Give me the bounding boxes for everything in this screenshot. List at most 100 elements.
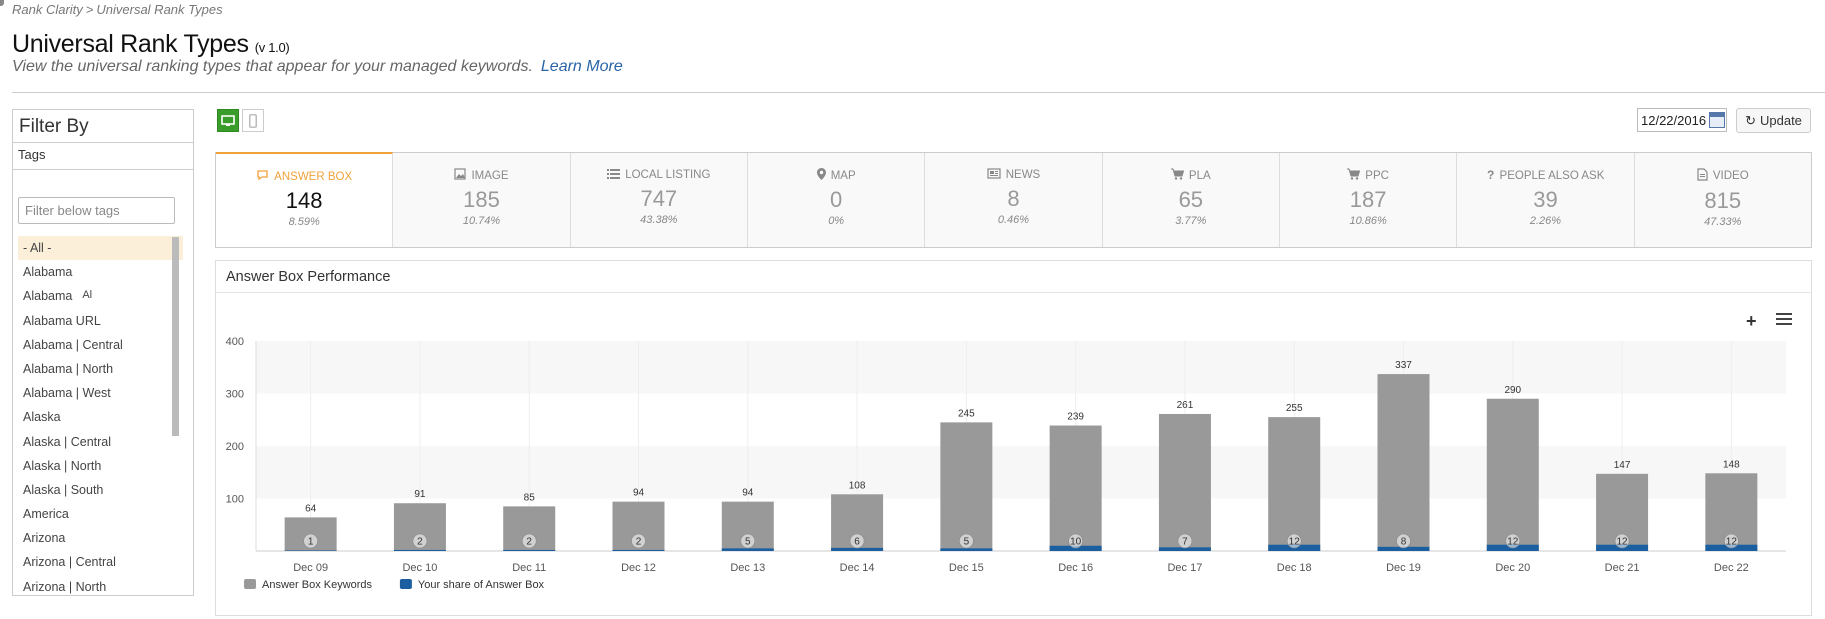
tab-video[interactable]: Video 815 47.33% [1634,153,1811,247]
x-tick-label: Dec 15 [949,562,984,574]
x-tick-label: Dec 21 [1605,562,1640,574]
stat-value: 185 [463,187,500,212]
tab-local-listing[interactable]: Local Listing 747 43.38% [570,153,748,247]
tag-item[interactable]: - All - [18,236,183,261]
bar-your-share [721,548,774,551]
tag-filter-input[interactable] [18,197,175,224]
stat-label: Local Listing [571,168,747,182]
stat-label: News [925,168,1101,182]
calendar-icon[interactable] [1709,112,1725,128]
tag-list-scrollbar[interactable] [172,237,179,436]
tag-item[interactable]: Arizona [18,526,183,550]
tag-item-label: Alabama | Central [23,337,123,352]
data-label-share: 6 [854,537,860,548]
stat-percent: 2.26% [1529,215,1562,227]
tab-ppc[interactable]: PPC 187 10.86% [1279,153,1458,247]
tag-item-label: Alaska | Central [23,434,112,449]
stat-label-text: Video [1712,170,1749,182]
stat-label: Map [748,168,924,183]
data-label-share: 10 [1070,537,1082,548]
x-tick-label: Dec 14 [840,562,875,574]
data-label-total: 245 [958,408,975,419]
tab-pla[interactable]: PLA 65 3.77% [1102,153,1280,247]
tag-item[interactable]: Alabama | West [18,381,183,405]
subtitle-text: View the universal ranking types that ap… [12,58,533,75]
learn-more-link[interactable]: Learn More [541,58,623,75]
tag-item[interactable]: Alabama | Central [18,333,183,357]
tag-item-label: Alabama [23,265,73,280]
bar-your-share [284,550,337,551]
stat-label-text: News [1005,169,1041,181]
stat-percent: 43.38% [640,214,678,226]
stat-label-text: Image [471,169,509,182]
bar-your-share [612,549,665,551]
tag-item[interactable]: Alabama | North [18,357,183,381]
stat-percent: 10.86% [1349,215,1387,227]
data-label-total: 148 [1723,459,1740,470]
stat-label: ? People Also Ask [1457,168,1633,183]
tag-item[interactable]: Arizona | Central [18,550,183,574]
mobile-toggle-button[interactable] [242,109,264,132]
data-label-total: 337 [1395,360,1412,371]
y-tick-label: 200 [226,441,244,453]
refresh-icon: ↻ [1745,112,1756,128]
stat-label-text: PPC [1365,169,1389,182]
stat-percent: 8.59% [288,216,320,228]
data-label-share: 12 [1726,537,1738,548]
version-label: (v 1.0) [254,40,290,55]
stat-label: PLA [1103,168,1279,183]
tab-people-also-ask[interactable]: ? People Also Ask 39 2.26% [1457,153,1635,247]
tab-image[interactable]: Image 185 10.74% [393,153,571,247]
data-label-total: 255 [1286,403,1303,414]
data-label-share: 8 [1401,537,1407,548]
data-label-share: 5 [745,537,751,548]
tags-heading: Tags [13,143,193,170]
tag-item[interactable]: America [18,502,183,526]
tab-answer-box[interactable]: Answer Box 148 8.59% [216,152,394,247]
tag-item[interactable]: Alabama URL [18,309,183,333]
data-label-total: 290 [1504,385,1521,396]
breadcrumb-separator: > [85,2,94,17]
tag-item[interactable]: Arizona | North [18,575,183,595]
tag-item-label: Alaska | South [23,482,104,497]
tab-map[interactable]: Map 0 0% [747,153,926,247]
data-label-share: 12 [1507,537,1519,548]
tab-news[interactable]: News 8 0.46% [925,153,1103,247]
data-label-total: 91 [414,489,426,500]
data-label-share: 2 [526,537,532,548]
data-label-total: 108 [849,480,866,491]
breadcrumb-root[interactable]: Rank Clarity [12,2,83,17]
tag-item-label: Alabama | West [23,386,111,401]
tag-item-label: Arizona [23,531,66,546]
bar-answer-box-keywords [1049,425,1102,551]
tag-item-label: Alabama [23,289,73,304]
update-button[interactable]: ↻ Update [1736,108,1811,133]
tag-item[interactable]: Alaska [18,405,183,429]
update-button-label: Update [1759,113,1802,128]
x-tick-label: Dec 17 [1167,562,1202,574]
tag-item[interactable]: Alabama Al [18,284,183,308]
legend-label: Answer Box Keywords [262,579,373,591]
tag-item[interactable]: Alaska | North [18,454,183,478]
tag-item[interactable]: Alaska | South [18,478,183,502]
svg-text:?: ? [1487,168,1494,180]
document-icon [1697,168,1708,184]
stat-label-text: People Also Ask [1499,169,1605,182]
mobile-icon [249,113,257,128]
data-label-share: 5 [964,537,970,548]
tag-item[interactable]: Alaska | Central [18,430,183,454]
desktop-toggle-button[interactable] [217,109,239,132]
tag-item-label: Alaska | North [23,458,102,473]
stat-value: 39 [1533,187,1558,212]
list-icon [607,168,621,182]
data-label-share: 7 [1182,537,1188,548]
tag-item[interactable]: Alabama [18,260,183,284]
grid-band [256,446,1786,499]
stat-label: Image [393,168,569,183]
data-label-share: 2 [636,537,642,548]
speech-bubble-icon [256,169,269,184]
stat-value: 747 [640,186,678,211]
page-title-text: Universal Rank Types [12,30,249,58]
filter-panel: Filter By Tags - All -AlabamaAlabamaAlAl… [12,109,194,596]
newspaper-icon [987,168,1001,182]
